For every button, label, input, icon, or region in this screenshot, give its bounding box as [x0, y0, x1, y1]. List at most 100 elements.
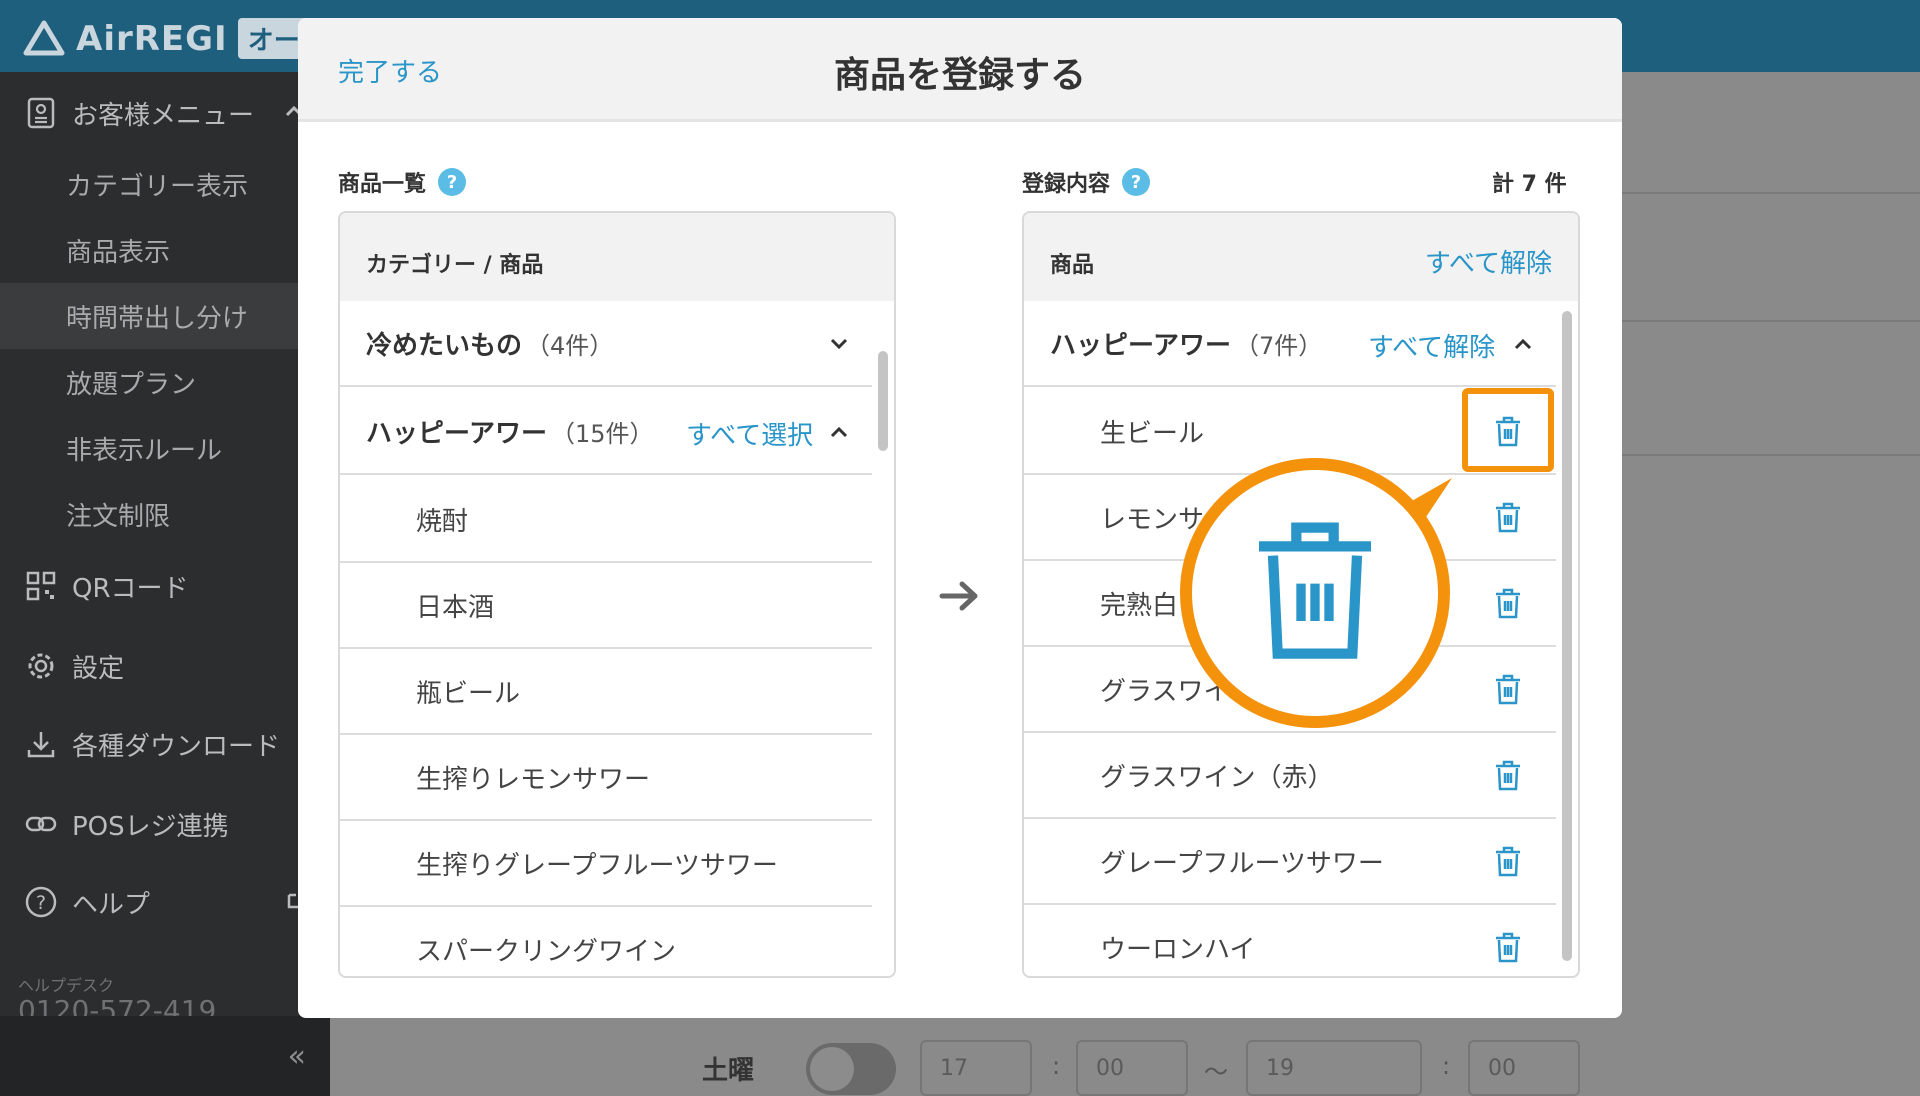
helpdesk-label: ヘルプデスク: [18, 976, 115, 995]
product-row[interactable]: スパークリングワイン: [340, 907, 872, 976]
product-name: ウーロンハイ: [1100, 934, 1256, 965]
product-name: グレープフルーツサワー: [1100, 848, 1384, 879]
sidebar-item-label: 各種ダウンロード: [72, 731, 281, 762]
registered-row: グレープフルーツサワー: [1024, 819, 1556, 905]
modal-title: 商品を登録する: [833, 55, 1086, 96]
time-separator: :: [1052, 1052, 1061, 1080]
category-row-happy-hour[interactable]: ハッピーアワー （15件） すべて選択: [340, 389, 872, 475]
divider: [1620, 320, 1920, 322]
sidebar-sub-hide-rules[interactable]: 非表示ルール: [0, 415, 330, 481]
day-toggle[interactable]: [806, 1043, 896, 1095]
category-row-cold[interactable]: 冷めたいもの （4件）: [340, 301, 872, 387]
category-count: （7件）: [1234, 331, 1323, 360]
scrollbar[interactable]: [878, 351, 888, 451]
product-list-panel: カテゴリー / 商品 冷めたいもの （4件） ハッピーアワー （15件） すべて…: [338, 211, 896, 978]
category-name: ハッピーアワー: [1050, 330, 1231, 361]
product-row[interactable]: 生搾りレモンサワー: [340, 735, 872, 821]
product-name: グラスワイン（赤）: [1100, 762, 1334, 793]
double-chevron-left-icon: «: [287, 1038, 306, 1074]
trash-icon[interactable]: [1486, 667, 1530, 713]
download-icon: [22, 725, 60, 763]
sidebar-item-label: ヘルプ: [72, 889, 151, 920]
category-count: （4件）: [526, 331, 614, 360]
modal-header: 完了する 商品を登録する: [298, 18, 1622, 122]
sidebar-sub-category[interactable]: カテゴリー表示: [0, 151, 330, 217]
sidebar-sub-time-slots[interactable]: 時間帯出し分け: [0, 283, 330, 349]
product-name: 完熟白: [1100, 590, 1179, 621]
product-name: レモンサ: [1100, 504, 1205, 535]
sidebar-item-customer-menu[interactable]: お客様メニュー: [0, 86, 330, 140]
menu-book-icon: [22, 94, 60, 132]
category-name: ハッピーアワー: [366, 418, 547, 449]
category-count: （15件）: [550, 419, 654, 448]
product-row[interactable]: 焼酎: [340, 477, 872, 563]
start-hour-select[interactable]: 17: [920, 1040, 1032, 1096]
sidebar-sub-all-you-can[interactable]: 放題プラン: [0, 349, 330, 415]
sidebar-item-label: お客様メニュー: [72, 100, 255, 131]
svg-text:?: ?: [36, 892, 46, 914]
sidebar-item-label: QRコード: [72, 573, 189, 604]
scrollbar[interactable]: [1562, 311, 1572, 961]
category-name: 冷めたいもの: [366, 330, 523, 361]
logo: AirREGI オーダ: [22, 18, 336, 59]
panel-header-label: 商品: [1050, 253, 1095, 278]
link-icon: [22, 805, 60, 843]
sidebar-item-downloads[interactable]: 各種ダウンロード: [0, 716, 330, 772]
logo-icon: [23, 20, 65, 55]
clear-category-button[interactable]: すべて解除: [1368, 327, 1495, 364]
registered-row: グラスワイン（赤）: [1024, 733, 1556, 819]
product-row[interactable]: 瓶ビール: [340, 649, 872, 735]
range-separator: 〜: [1204, 1058, 1228, 1086]
help-circle-icon: ?: [22, 883, 60, 921]
trash-icon[interactable]: [1486, 753, 1530, 799]
product-list-label-text: 商品一覧: [338, 172, 427, 197]
total-count: 計 7 件: [1492, 172, 1567, 197]
arrow-right-icon: [939, 581, 978, 611]
product-list-label: 商品一覧 ?: [338, 166, 467, 198]
sidebar-item-settings[interactable]: 設定: [0, 638, 330, 694]
help-icon[interactable]: ?: [438, 168, 467, 196]
clear-all-button[interactable]: すべて解除: [1425, 243, 1552, 280]
sidebar-item-label: POSレジ連携: [72, 811, 229, 842]
registered-label-text: 登録内容: [1022, 172, 1111, 197]
sidebar-item-qr[interactable]: QRコード: [0, 558, 330, 614]
sidebar: お客様メニュー カテゴリー表示 商品表示 時間帯出し分け 放題プラン 非表示ルー…: [0, 72, 330, 1096]
sidebar-item-help[interactable]: ? ヘルプ: [0, 874, 330, 930]
divider: [1620, 454, 1920, 456]
product-row[interactable]: 日本酒: [340, 563, 872, 649]
qr-code-icon: [22, 567, 60, 605]
registered-label: 登録内容 ?: [1022, 166, 1151, 198]
panel-header-label: カテゴリー / 商品: [366, 253, 544, 278]
trash-icon: [1259, 522, 1371, 659]
help-icon[interactable]: ?: [1122, 168, 1151, 196]
sidebar-sub-order-limit[interactable]: 注文制限: [0, 481, 330, 547]
panel-header: 商品 すべて解除: [1024, 213, 1578, 301]
product-name: 生ビール: [1100, 418, 1205, 449]
trash-icon[interactable]: [1486, 495, 1530, 541]
product-row[interactable]: 生搾りグレープフルーツサワー: [340, 821, 872, 907]
time-separator: :: [1442, 1052, 1451, 1080]
trash-icon[interactable]: [1486, 581, 1530, 627]
magnified-callout: [1180, 458, 1450, 728]
day-label: 土曜: [702, 1056, 755, 1086]
divider: [1620, 192, 1920, 194]
chevron-up-icon: [830, 426, 848, 438]
trash-icon[interactable]: [1486, 839, 1530, 885]
end-hour-select[interactable]: 19: [1246, 1040, 1422, 1096]
highlight-frame: [1462, 388, 1554, 472]
registered-row: ウーロンハイ: [1024, 905, 1556, 976]
panel-header: カテゴリー / 商品: [340, 213, 894, 301]
sidebar-sub-products[interactable]: 商品表示: [0, 217, 330, 283]
collapse-sidebar-button[interactable]: «: [0, 1016, 330, 1096]
chevron-down-icon: [830, 338, 848, 350]
end-minute-select[interactable]: 00: [1468, 1040, 1580, 1096]
sidebar-item-pos[interactable]: POSレジ連携: [0, 796, 330, 852]
gear-icon: [22, 647, 60, 685]
select-all-button[interactable]: すべて選択: [686, 415, 813, 452]
start-minute-select[interactable]: 00: [1076, 1040, 1188, 1096]
trash-icon[interactable]: [1486, 925, 1530, 971]
logo-text: AirREGI: [76, 18, 228, 59]
sidebar-item-label: 設定: [72, 653, 125, 684]
chevron-up-icon: [1514, 338, 1532, 350]
category-row-happy-hour[interactable]: ハッピーアワー （7件） すべて解除: [1024, 301, 1556, 387]
